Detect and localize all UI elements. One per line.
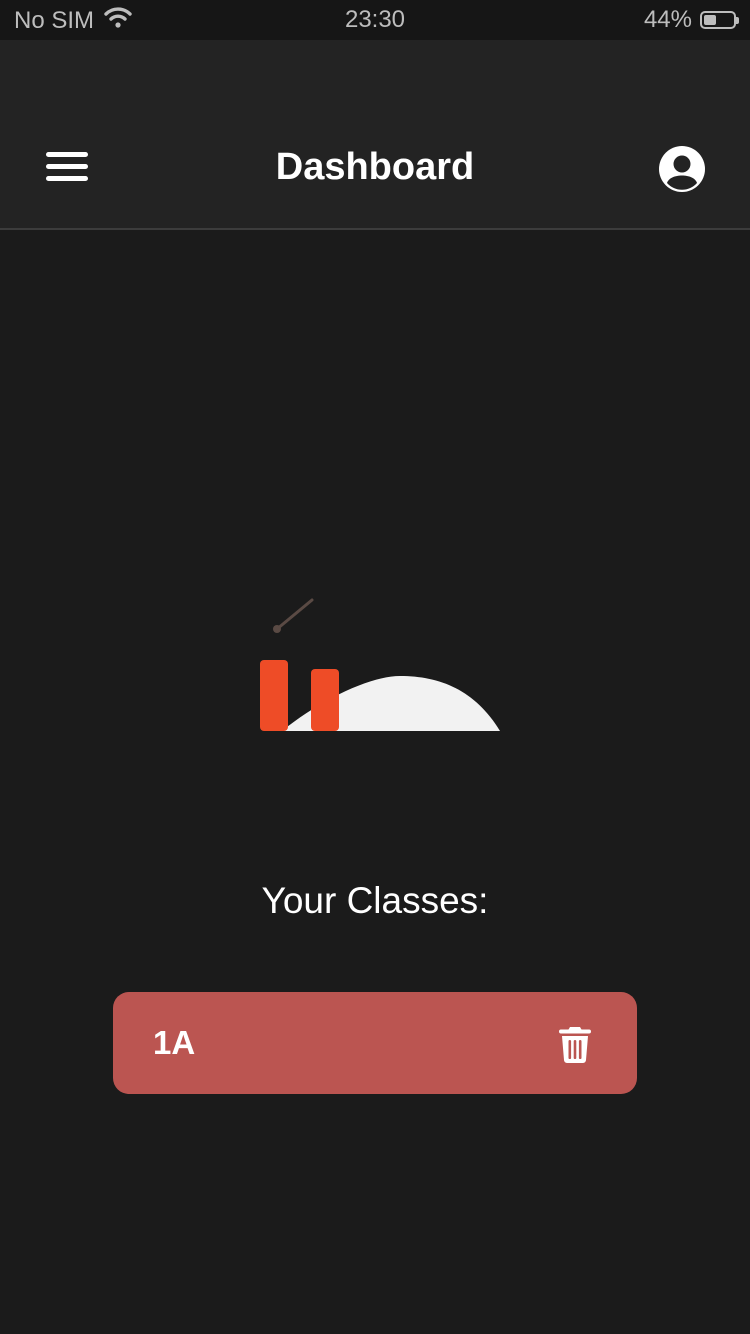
trash-icon[interactable] — [557, 1024, 593, 1064]
clock: 23:30 — [344, 6, 406, 33]
section-title: Your Classes: — [261, 880, 489, 921]
battery-icon — [700, 11, 739, 29]
status-bar: No SIM 23:30 44% — [0, 0, 750, 40]
empty-state-illustration — [250, 590, 510, 740]
battery-percentage: 44% — [643, 6, 692, 33]
user-circle-icon[interactable] — [658, 145, 706, 193]
page-title: Dashboard — [275, 146, 475, 188]
class-card[interactable]: 1A — [113, 992, 637, 1094]
status-right: 44% — [643, 6, 739, 34]
battery-level — [704, 15, 716, 25]
navigation-header: Dashboard — [0, 40, 750, 230]
class-name: 1A — [153, 1024, 196, 1061]
